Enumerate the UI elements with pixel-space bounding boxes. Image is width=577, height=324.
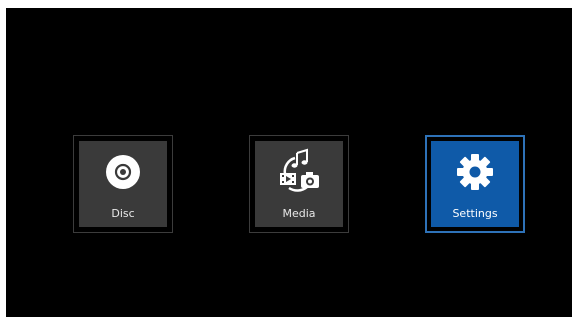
menu-item-settings[interactable]: Settings [425, 135, 525, 233]
menu-item-label: Media [282, 207, 316, 220]
menu-item-label: Disc [111, 207, 135, 220]
gear-icon [447, 147, 503, 197]
disc-icon [95, 147, 151, 197]
home-screen: Disc Media Settings [6, 8, 572, 317]
menu-item-label: Settings [452, 207, 498, 220]
settings-tile-body: Settings [431, 141, 519, 227]
menu-item-disc[interactable]: Disc [73, 135, 173, 233]
media-tile-body: Media [255, 141, 343, 227]
disc-tile-body: Disc [79, 141, 167, 227]
menu-item-media[interactable]: Media [249, 135, 349, 233]
media-icon [271, 147, 327, 197]
